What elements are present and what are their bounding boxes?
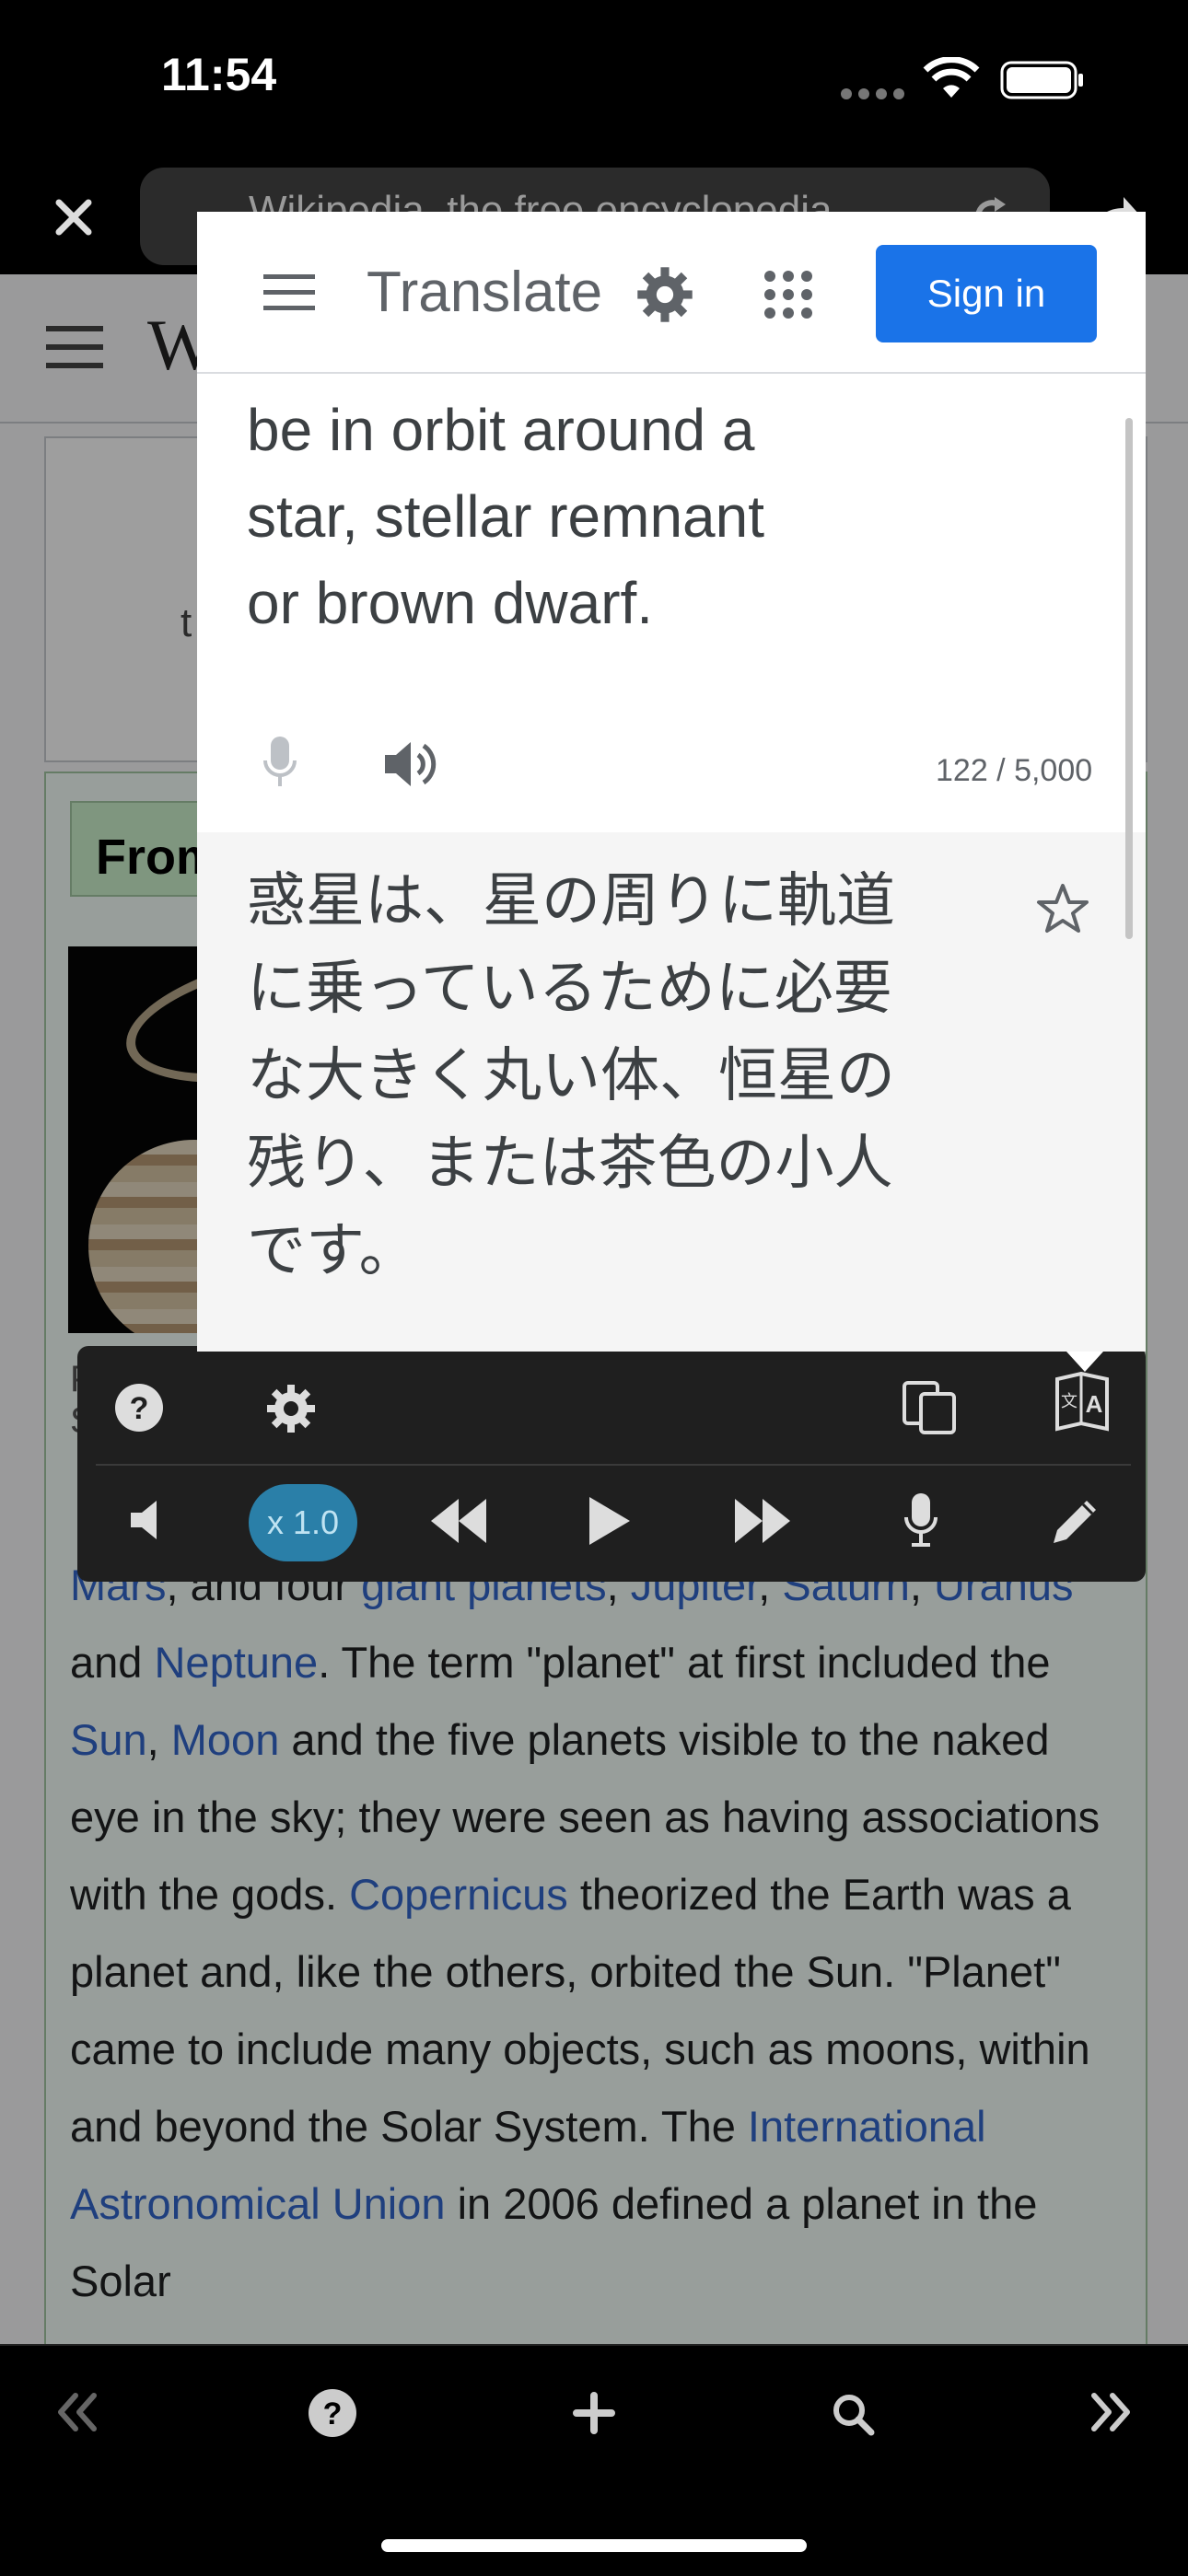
double-chevron-left-icon[interactable] (55, 2392, 99, 2432)
translate-icon[interactable]: A文 (1054, 1372, 1111, 1434)
svg-text:A: A (1086, 1390, 1103, 1418)
source-text: gravity to p be in orbit around a star, … (247, 300, 891, 646)
character-count: 122 / 5,000 (936, 753, 1093, 788)
cellular-signal-icon (840, 87, 908, 101)
close-icon[interactable] (53, 197, 94, 238)
search-icon[interactable] (831, 2392, 875, 2436)
status-time: 11:54 (161, 49, 277, 100)
help-circle-icon[interactable]: ? (308, 2388, 357, 2438)
double-chevron-right-icon[interactable] (1089, 2392, 1133, 2432)
home-indicator (381, 2539, 807, 2552)
fast-forward-icon[interactable] (733, 1497, 792, 1545)
speaker-icon[interactable] (383, 738, 438, 790)
pencil-icon[interactable] (1050, 1495, 1101, 1547)
microphone-icon[interactable] (903, 1491, 939, 1550)
microphone-icon[interactable] (262, 735, 298, 794)
svg-text:?: ? (323, 2396, 343, 2431)
gear-icon[interactable] (265, 1383, 317, 1434)
star-icon[interactable] (1035, 882, 1090, 935)
gear-icon[interactable] (635, 265, 694, 324)
hamburger-menu-icon[interactable] (263, 273, 315, 313)
plus-icon[interactable] (573, 2392, 615, 2434)
result-line: です。 (247, 1217, 418, 1285)
battery-icon (1000, 61, 1085, 99)
source-line: star, stellar remnant (247, 483, 764, 550)
copy-icon[interactable] (901, 1379, 960, 1436)
apps-grid-icon[interactable] (764, 271, 812, 319)
wifi-icon (923, 57, 980, 99)
speed-button[interactable]: x 1.0 (249, 1484, 357, 1561)
result-line: 惑星は、星の周りに軌道 (247, 867, 895, 935)
translate-title: Translate (367, 261, 603, 324)
result-line: 残り、または茶色の小人 (247, 1130, 893, 1198)
rewind-icon[interactable] (429, 1497, 488, 1545)
play-icon[interactable] (586, 1495, 632, 1547)
sign-in-button[interactable]: Sign in (876, 245, 1097, 342)
help-circle-icon[interactable]: ? (114, 1383, 164, 1433)
svg-text:?: ? (130, 1391, 149, 1426)
toolbar-divider (96, 1464, 1131, 1466)
popup-scrollbar[interactable] (1125, 418, 1133, 939)
source-line: be in orbit around a (247, 397, 755, 463)
popup-pointer (1066, 1352, 1103, 1372)
source-line: or brown dwarf. (247, 570, 654, 636)
translation-result: 惑星は、星の周りに軌道 に乗っているために必要 な大きく丸い体、恒星の 残り、ま… (247, 858, 984, 1295)
svg-text:文: 文 (1061, 1392, 1077, 1411)
result-line: な大きく丸い体、恒星の (247, 1042, 895, 1110)
result-line: に乗っているために必要 (247, 955, 892, 1023)
volume-icon[interactable] (129, 1497, 166, 1543)
